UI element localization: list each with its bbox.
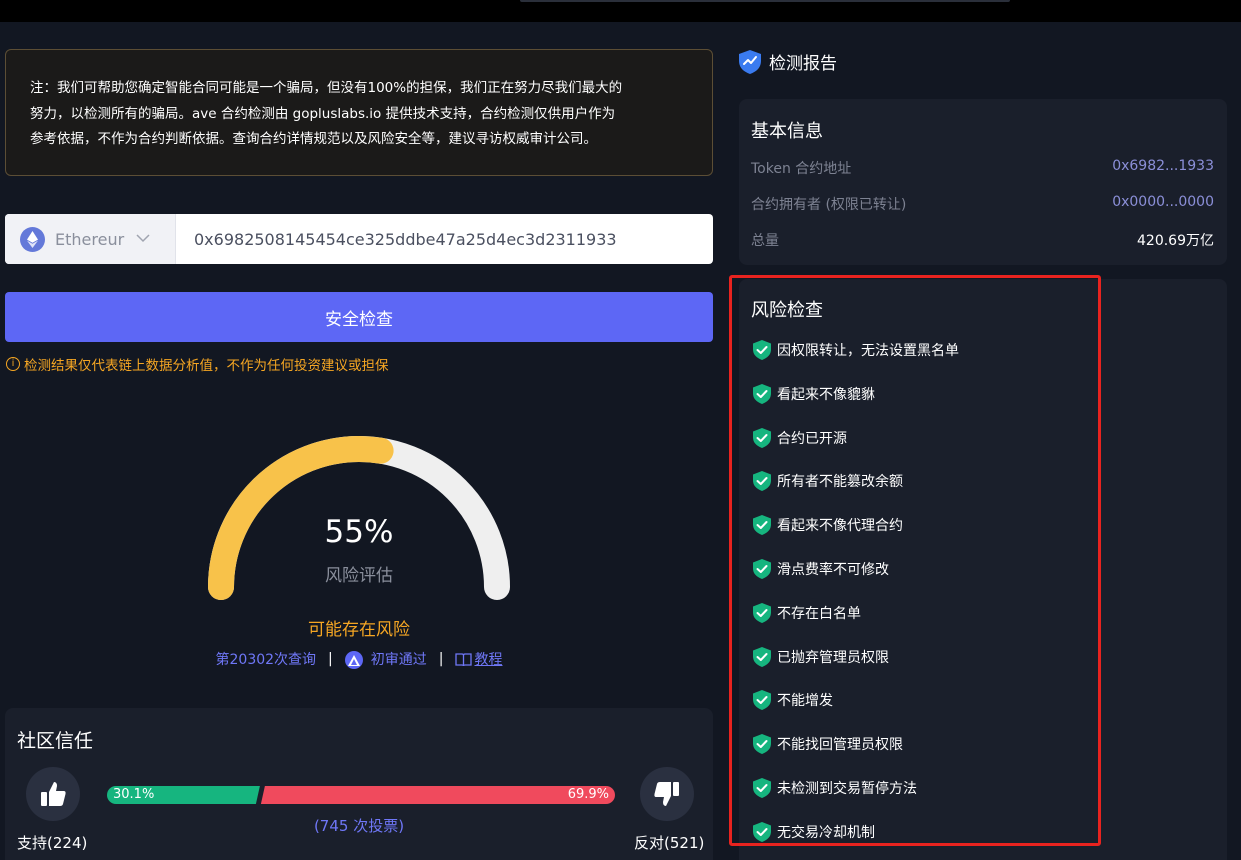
shield-check-icon bbox=[753, 427, 771, 448]
thumbs-down-icon bbox=[654, 782, 679, 806]
community-trust-card: 社区信任 30.1% 69.9% 支持(224) 反对(521) (745 次投… bbox=[5, 708, 713, 860]
risk-check-text: 合约已开源 bbox=[777, 430, 847, 447]
total-supply-value: 420.69万亿 bbox=[1137, 233, 1214, 249]
risk-check-card: 风险检查 因权限转让，无法设置黑名单 看起来不像貔貅 合约已开源所有者不能篡改余额看… bbox=[739, 279, 1227, 860]
risk-assessment-label: 风险评估 bbox=[325, 566, 393, 586]
total-votes: (745 次投票) bbox=[313, 817, 405, 835]
risk-check-item: 看起来不像貔貅 bbox=[753, 383, 875, 404]
support-percent: 30.1% bbox=[113, 787, 155, 802]
ethereum-icon bbox=[20, 226, 45, 252]
audit-status-link[interactable]: 初审通过 bbox=[344, 649, 427, 669]
risk-status: 可能存在风险 bbox=[308, 620, 410, 640]
scam-disclaimer-notice: 注：我们可帮助您确定智能合同可能是一个骗局，但没有100%的担保，我们正在努力尽… bbox=[5, 49, 713, 176]
total-supply-row: 总量 420.69万亿 bbox=[751, 230, 1214, 250]
risk-check-text: 未检测到交易暂停方法 bbox=[777, 781, 917, 797]
shield-check-icon bbox=[753, 515, 771, 536]
risk-check-text: 无交易冷却机制 bbox=[777, 824, 875, 841]
search-bar-edge[interactable] bbox=[520, 0, 1010, 2]
basic-info-title: 基本信息 bbox=[751, 121, 823, 142]
shield-check-icon bbox=[753, 690, 771, 711]
notice-line-2: 努力，以检测所有的骗局。ave 合约检测由 gopluslabs.io 提供技术… bbox=[30, 105, 616, 122]
token-address-label: Token 合约地址 bbox=[751, 161, 852, 177]
disclaimer-text: 检测结果仅代表链上数据分析值，不作为任何投资建议或担保 bbox=[24, 358, 389, 374]
risk-check-item: 所有者不能篡改余额 bbox=[753, 471, 903, 492]
risk-check-item: 因权限转让，无法设置黑名单 bbox=[753, 340, 959, 360]
shield-check-icon bbox=[753, 602, 771, 623]
report-header: 检测报告 bbox=[739, 49, 837, 74]
risk-check-item: 看起来不像代理合约 bbox=[753, 515, 903, 536]
owner-label: 合约拥有者 (权限已转让) bbox=[751, 197, 907, 213]
risk-check-text: 不能增发 bbox=[777, 693, 833, 710]
risk-check-item: 合约已开源 bbox=[753, 427, 847, 448]
tutorial-link[interactable]: 教程 bbox=[455, 649, 502, 669]
shield-check-icon bbox=[753, 559, 771, 579]
book-icon bbox=[455, 653, 473, 667]
thumbs-up-button[interactable] bbox=[26, 767, 80, 821]
risk-check-text: 不存在白名单 bbox=[777, 605, 861, 622]
community-title: 社区信任 bbox=[17, 730, 94, 752]
vote-ratio-bar: 30.1% 69.9% bbox=[107, 786, 615, 804]
total-supply-label: 总量 bbox=[751, 233, 779, 249]
risk-check-item: 滑点费率不可修改 bbox=[753, 559, 889, 579]
risk-check-text: 因权限转让，无法设置黑名单 bbox=[777, 343, 959, 359]
risk-check-text: 已抛弃管理员权限 bbox=[777, 649, 889, 666]
risk-check-item: 不能找回管理员权限 bbox=[753, 734, 903, 755]
contract-address-input[interactable] bbox=[176, 214, 713, 264]
contract-search-row: Ethereur bbox=[5, 214, 713, 264]
basic-info-card: 基本信息 Token 合约地址 0x6982...1933 合约拥有者 (权限已… bbox=[739, 99, 1227, 265]
support-bar: 30.1% bbox=[107, 786, 260, 804]
risk-check-text: 所有者不能篡改余额 bbox=[777, 474, 903, 491]
chain-name: Ethereur bbox=[55, 229, 125, 249]
shield-check-icon bbox=[753, 471, 771, 492]
ave-logo-icon bbox=[344, 651, 363, 669]
risk-check-title: 风险检查 bbox=[751, 300, 823, 321]
risk-check-item: 已抛弃管理员权限 bbox=[753, 646, 889, 667]
notice-line-1: 注：我们可帮助您确定智能合同可能是一个骗局，但没有100%的担保，我们正在努力尽… bbox=[30, 80, 623, 96]
chevron-down-icon bbox=[136, 232, 150, 246]
shield-check-icon bbox=[753, 383, 771, 404]
tutorial-text: 教程 bbox=[474, 652, 503, 668]
separator: | bbox=[438, 651, 444, 667]
chain-select[interactable]: Ethereur bbox=[5, 214, 176, 264]
thumbs-up-icon bbox=[41, 782, 66, 806]
info-icon: i bbox=[6, 357, 20, 371]
owner-value[interactable]: 0x0000...0000 bbox=[1112, 194, 1214, 214]
owner-row: 合约拥有者 (权限已转让) 0x0000...0000 bbox=[751, 194, 1214, 214]
risk-check-item: 不存在白名单 bbox=[753, 602, 861, 623]
risk-check-text: 看起来不像貔貅 bbox=[777, 386, 875, 403]
report-title: 检测报告 bbox=[769, 54, 837, 74]
thumbs-down-button[interactable] bbox=[640, 767, 694, 821]
risk-check-text: 看起来不像代理合约 bbox=[777, 518, 903, 535]
top-bar bbox=[0, 0, 1241, 22]
risk-check-text: 滑点费率不可修改 bbox=[777, 562, 889, 578]
token-address-row: Token 合约地址 0x6982...1933 bbox=[751, 158, 1214, 178]
query-meta-row: 第20302次查询 | 初审通过 | 教程 bbox=[0, 649, 718, 669]
oppose-percent: 69.9% bbox=[567, 787, 609, 802]
shield-check-icon bbox=[753, 778, 771, 798]
risk-percent: 55% bbox=[324, 514, 394, 550]
risk-check-text: 不能找回管理员权限 bbox=[777, 737, 903, 754]
separator: | bbox=[328, 651, 333, 667]
security-check-button[interactable]: 安全检查 bbox=[5, 292, 713, 342]
query-count-link[interactable]: 第20302次查询 bbox=[216, 649, 317, 669]
risk-check-item: 无交易冷却机制 bbox=[753, 821, 875, 842]
shield-check-icon bbox=[753, 646, 771, 667]
result-disclaimer: i 检测结果仅代表链上数据分析值，不作为任何投资建议或担保 bbox=[6, 354, 389, 374]
risk-check-item: 不能增发 bbox=[753, 690, 833, 711]
oppose-bar: 69.9% bbox=[260, 786, 615, 804]
shield-check-icon bbox=[753, 821, 771, 842]
token-address-value[interactable]: 0x6982...1933 bbox=[1112, 158, 1214, 178]
risk-check-item: 未检测到交易暂停方法 bbox=[753, 778, 917, 798]
shield-check-icon bbox=[753, 340, 771, 360]
notice-line-3: 参考依据，不作为合约判断依据。查询合约详情规范以及风险安全等，建议寻访权威审计公… bbox=[30, 131, 597, 147]
audit-status-text: 初审通过 bbox=[370, 652, 427, 668]
shield-check-icon bbox=[753, 734, 771, 755]
shield-chart-icon bbox=[739, 49, 761, 74]
